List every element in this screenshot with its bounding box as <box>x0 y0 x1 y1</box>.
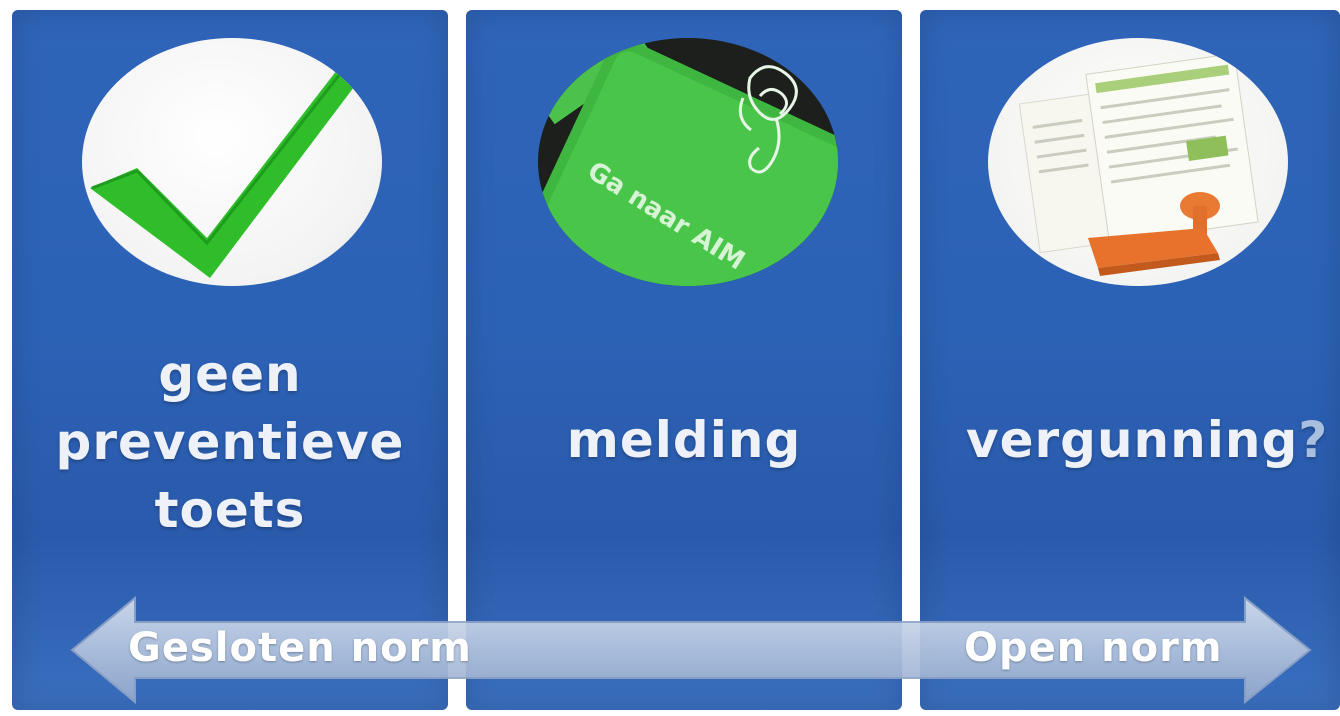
column-label-melding: melding <box>566 411 802 469</box>
column-label-vergunning: vergunning? <box>966 411 1329 469</box>
arrow-label-closed-norm: Gesloten norm <box>128 625 472 671</box>
green-key-icon: Ga naar AIM <box>538 38 838 286</box>
arrow-label-open-norm: Open norm <box>964 625 1223 671</box>
column-label-geen-preventieve-toets: geen preventieve toets <box>55 345 405 539</box>
question-mark: ? <box>1298 411 1329 469</box>
checkmark-icon <box>82 38 382 286</box>
permit-stamp-icon <box>988 38 1288 286</box>
